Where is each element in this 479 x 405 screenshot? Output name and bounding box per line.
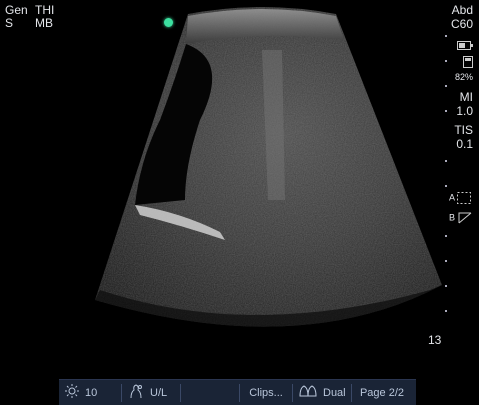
depth-tick — [445, 310, 447, 312]
gain-value: 10 — [85, 386, 98, 399]
mode-mb: MB — [35, 16, 53, 30]
clips-button[interactable]: Clips... — [240, 380, 292, 405]
battery-icon — [457, 40, 473, 53]
bottom-toolbar: 10 U/L Clips... Dual Page 2/2 — [59, 379, 416, 405]
mi-label: MI — [459, 90, 473, 104]
depth-tick — [445, 285, 447, 287]
depth-tick — [445, 35, 447, 37]
dual-icon — [299, 385, 317, 400]
storage-percent: 82% — [454, 72, 473, 82]
page-label: Page 2/2 — [359, 386, 405, 399]
gain-control[interactable]: 10 — [59, 380, 121, 405]
profile-icon — [128, 383, 144, 402]
ul-button[interactable]: U/L — [122, 380, 180, 405]
dual-label: Dual — [323, 386, 346, 399]
preset-label: Abd — [451, 3, 473, 17]
depth-tick — [445, 110, 447, 112]
dual-button[interactable]: Dual — [293, 380, 351, 405]
toolbar-divider — [180, 383, 181, 402]
page-button[interactable]: Page 2/2 — [352, 380, 412, 405]
tis-label: TIS — [454, 123, 473, 137]
clips-label: Clips... — [249, 386, 283, 399]
focus-marker-b[interactable]: B — [449, 212, 472, 224]
mode-s: S — [5, 16, 14, 30]
depth-value: 13 — [428, 333, 442, 347]
mi-value: 1.0 — [456, 104, 473, 118]
depth-tick — [445, 235, 447, 237]
orientation-marker — [164, 18, 173, 27]
depth-tick — [445, 260, 447, 262]
storage-icon — [463, 56, 473, 71]
depth-tick — [445, 60, 447, 62]
depth-tick — [445, 160, 447, 162]
mode-label-left: Gen S — [5, 4, 28, 30]
brightness-icon — [65, 384, 79, 401]
depth-tick — [445, 85, 447, 87]
focus-marker-a[interactable]: A — [449, 192, 472, 204]
tis-value: 0.1 — [456, 137, 473, 151]
mode-label-right: THI MB — [35, 4, 54, 30]
probe-label: C60 — [450, 17, 473, 31]
depth-tick — [445, 185, 447, 187]
ultrasound-image — [95, 7, 442, 327]
ul-label: U/L — [150, 386, 168, 399]
